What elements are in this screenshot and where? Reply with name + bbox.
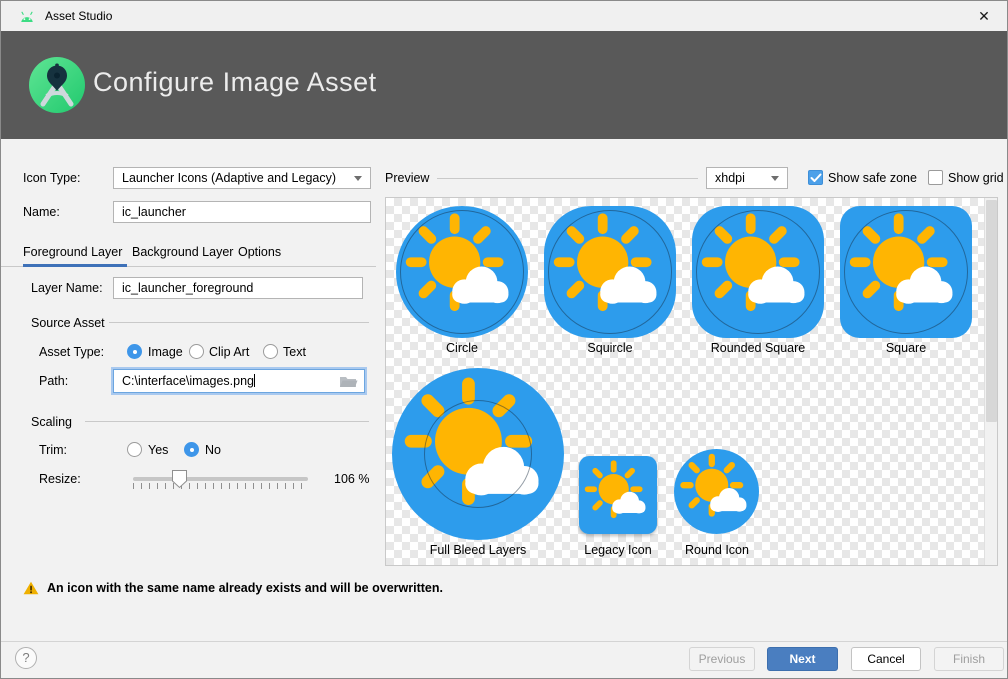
layer-name-input[interactable]: ic_launcher_foreground — [113, 277, 363, 299]
close-icon[interactable]: ✕ — [969, 4, 999, 28]
preview-icon-square — [840, 206, 972, 338]
preview-label-round: Round Icon — [645, 542, 789, 558]
preview-label-full-bleed: Full Bleed Layers — [392, 542, 564, 558]
radio-image-label[interactable]: Image — [148, 341, 183, 363]
cancel-button[interactable]: Cancel — [851, 647, 921, 671]
preview-icon-squircle — [544, 206, 676, 338]
preview-label-squircle: Squircle — [544, 340, 676, 356]
layer-name-label: Layer Name: — [31, 277, 103, 299]
preview-label-square: Square — [840, 340, 972, 356]
radio-clip-art-label[interactable]: Clip Art — [209, 341, 249, 363]
radio-text-label[interactable]: Text — [283, 341, 306, 363]
chevron-down-icon — [771, 176, 779, 181]
active-tab-indicator — [23, 264, 127, 267]
radio-trim-no[interactable] — [184, 442, 199, 457]
browse-folder-icon[interactable] — [339, 374, 358, 393]
finish-button[interactable]: Finish — [934, 647, 1004, 671]
help-icon[interactable]: ? — [15, 647, 37, 669]
footer-divider — [1, 641, 1007, 642]
radio-trim-yes-label[interactable]: Yes — [148, 439, 168, 461]
name-input[interactable]: ic_launcher — [113, 201, 371, 223]
chevron-down-icon — [354, 176, 362, 181]
preview-icon-full-bleed — [392, 368, 564, 540]
density-value: xhdpi — [715, 171, 745, 185]
preview-scrollbar[interactable] — [984, 198, 998, 565]
resize-slider-ticks — [133, 483, 309, 489]
radio-trim-no-label[interactable]: No — [205, 439, 221, 461]
header-banner: Configure Image Asset — [1, 31, 1007, 139]
density-dropdown[interactable]: xhdpi — [706, 167, 788, 189]
preview-section-label: Preview — [385, 167, 429, 189]
show-grid-label[interactable]: Show grid — [948, 167, 1004, 189]
title-bar: Asset Studio ✕ — [1, 1, 1007, 31]
show-safe-zone-checkbox[interactable] — [808, 170, 823, 185]
preview-scrollbar-thumb[interactable] — [986, 200, 997, 422]
android-studio-logo-icon — [29, 57, 85, 118]
preview-label-circle: Circle — [396, 340, 528, 356]
radio-image[interactable] — [127, 344, 142, 359]
radio-clip-art[interactable] — [189, 344, 204, 359]
check-icon — [810, 173, 822, 183]
resize-value: 106 % — [334, 468, 369, 490]
text-caret — [254, 374, 255, 387]
scaling-section-label: Scaling — [31, 411, 72, 433]
path-label: Path: — [39, 370, 68, 392]
show-grid-checkbox[interactable] — [928, 170, 943, 185]
radio-trim-yes[interactable] — [127, 442, 142, 457]
preview-icon-rounded-square — [692, 206, 824, 338]
icon-type-value: Launcher Icons (Adaptive and Legacy) — [122, 171, 336, 185]
preview-panel: Circle Squircle Rounded Square Square Fu… — [385, 197, 998, 566]
radio-text[interactable] — [263, 344, 278, 359]
preview-icon-legacy — [579, 456, 657, 534]
show-safe-zone-label[interactable]: Show safe zone — [828, 167, 917, 189]
source-asset-divider — [109, 322, 369, 323]
resize-label: Resize: — [39, 468, 81, 490]
next-button[interactable]: Next — [767, 647, 838, 671]
source-asset-section-label: Source Asset — [31, 312, 105, 334]
tab-background-layer[interactable]: Background Layer — [132, 241, 233, 263]
icon-type-dropdown[interactable]: Launcher Icons (Adaptive and Legacy) — [113, 167, 371, 189]
asset-studio-dialog: Asset Studio ✕ Configure Image Asset — [0, 0, 1008, 679]
page-title: Configure Image Asset — [93, 67, 377, 98]
resize-slider-track[interactable] — [133, 477, 308, 481]
tab-foreground-layer[interactable]: Foreground Layer — [23, 241, 122, 263]
preview-icon-circle — [396, 206, 528, 338]
window-title: Asset Studio — [45, 9, 112, 23]
resize-slider-thumb[interactable] — [171, 469, 188, 494]
asset-type-label: Asset Type: — [39, 341, 104, 363]
warning-message: An icon with the same name already exist… — [47, 581, 443, 595]
icon-type-label: Icon Type: — [23, 167, 80, 189]
android-robot-icon — [19, 10, 35, 28]
preview-label-rounded-square: Rounded Square — [692, 340, 824, 356]
trim-label: Trim: — [39, 439, 67, 461]
scaling-divider — [85, 421, 369, 422]
previous-button[interactable]: Previous — [689, 647, 755, 671]
tab-options[interactable]: Options — [238, 241, 281, 263]
warning-icon — [23, 581, 39, 600]
preview-icon-round — [674, 449, 759, 534]
preview-divider — [437, 178, 698, 179]
name-label: Name: — [23, 201, 60, 223]
path-input[interactable]: C:\interface\images.png — [113, 369, 365, 393]
